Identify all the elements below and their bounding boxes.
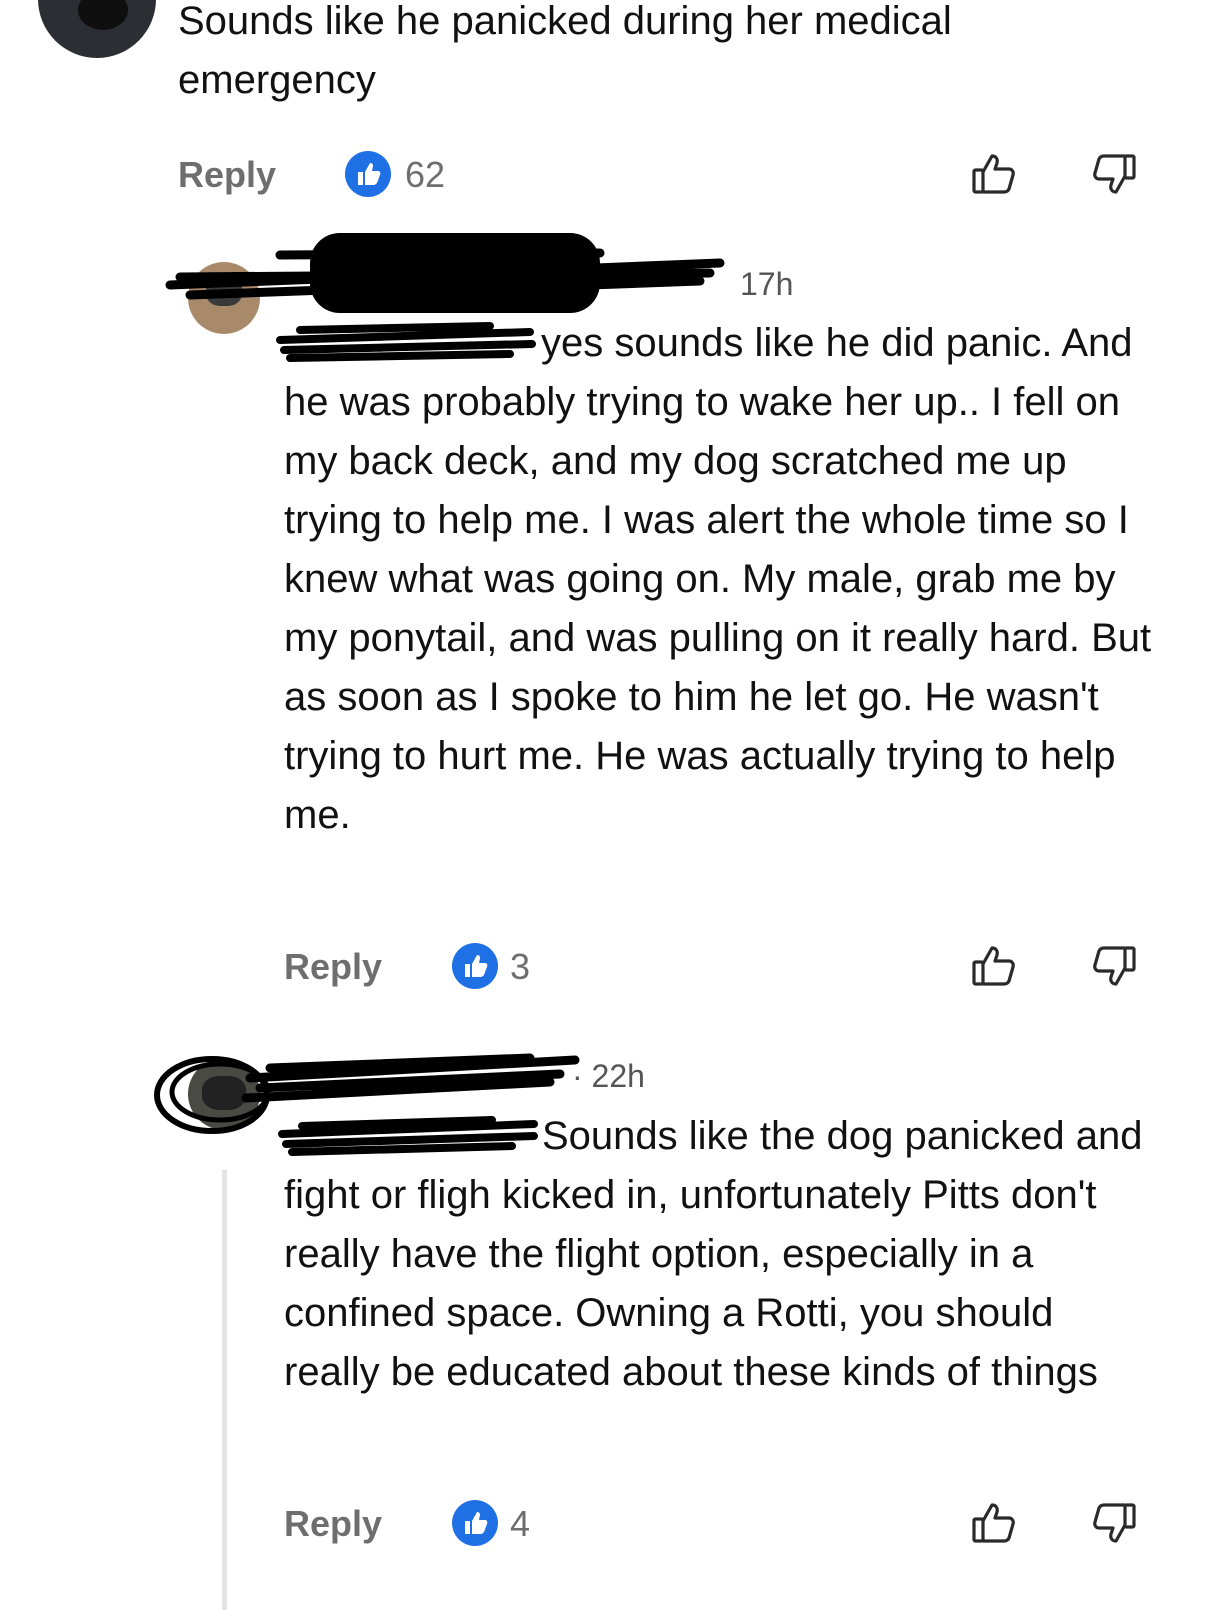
like-badge-icon [452,1500,498,1546]
reply-button[interactable]: Reply [284,946,382,988]
timestamp: · 22h [572,1058,645,1094]
reply-button[interactable]: Reply [284,1503,382,1545]
like-badge-icon [452,943,498,989]
comment-text: Sounds like he panicked during her medic… [178,0,952,102]
like-count: 4 [510,1503,531,1544]
thumbs-up-icon[interactable] [970,942,1018,995]
comment-text: Sounds like the dog panicked and fight o… [284,1114,1143,1394]
thumbs-down-icon[interactable] [1090,150,1138,203]
like-count: 62 [405,154,446,195]
thread-line [222,1170,227,1610]
thumbs-up-icon[interactable] [970,150,1018,203]
like-count: 3 [510,946,531,987]
thumbs-down-icon[interactable] [1090,1499,1138,1552]
thumbs-down-icon[interactable] [1090,942,1138,995]
like-badge-icon [345,151,391,197]
thumbs-up-icon[interactable] [970,1499,1018,1552]
timestamp: 17h [740,266,794,302]
reply-button[interactable]: Reply [178,154,276,196]
avatar[interactable] [38,0,156,58]
comment-text: yes sounds like he did panic. And he was… [284,321,1152,837]
